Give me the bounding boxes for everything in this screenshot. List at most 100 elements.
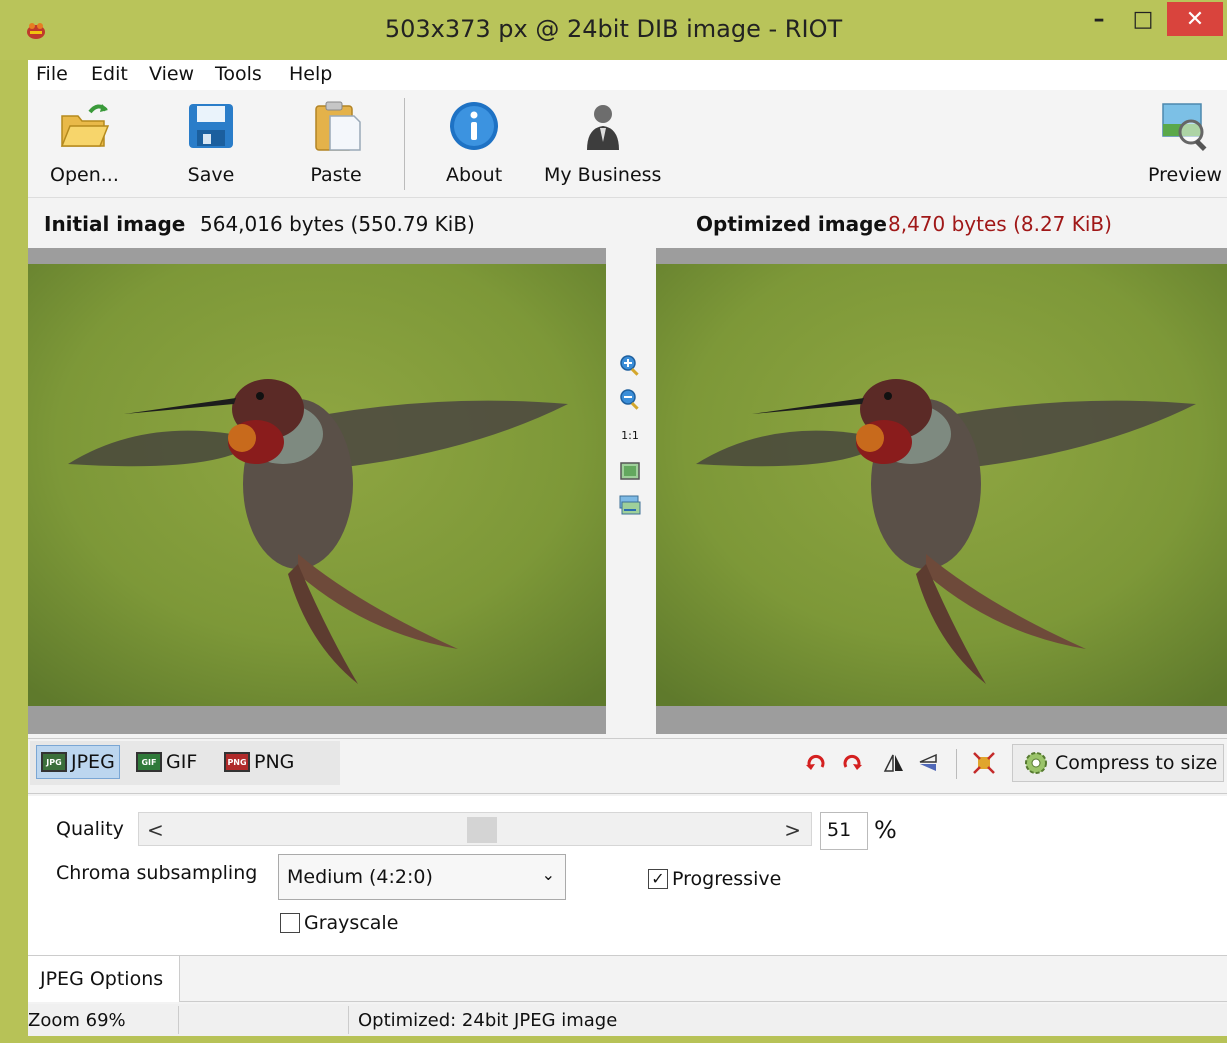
chroma-subsampling-value: Medium (4:2:0) [287, 866, 433, 888]
jpeg-options-panel: Quality < > 51 % Chroma subsampling Medi… [28, 796, 1227, 956]
window-title: 503x373 px @ 24bit DIB image - RIOT [384, 15, 843, 43]
compress-to-size-button[interactable]: Compress to size [1012, 744, 1224, 782]
fit-image-icon [620, 462, 640, 480]
png-format-icon: PNG [224, 752, 250, 772]
rotate-left-button[interactable] [802, 749, 830, 777]
businessman-icon [586, 105, 619, 150]
initial-image-label: Initial image [44, 212, 186, 236]
status-info: Optimized: 24bit JPEG image [358, 1010, 618, 1031]
chroma-subsampling-label: Chroma subsampling [56, 862, 258, 884]
actual-size-button[interactable]: 1:1 [616, 422, 644, 448]
title-bar: 503x373 px @ 24bit DIB image - RIOT – □ … [0, 0, 1227, 60]
menu-view[interactable]: View [149, 63, 194, 85]
zoom-out-button[interactable] [616, 386, 644, 412]
flip-horizontal-icon [883, 754, 903, 772]
chroma-subsampling-select[interactable]: Medium (4:2:0) ⌄ [278, 854, 566, 900]
rotate-right-button[interactable] [838, 749, 866, 777]
fit-image-button[interactable] [616, 458, 644, 484]
optimized-image-panel[interactable] [656, 248, 1227, 734]
format-png-button[interactable]: PNG PNG [220, 745, 298, 779]
toolbar-separator [404, 98, 405, 190]
flip-horizontal-button[interactable] [880, 749, 908, 777]
zoom-in-button[interactable] [616, 352, 644, 378]
hummingbird-photo-initial [28, 264, 606, 706]
flip-vertical-button[interactable] [914, 749, 942, 777]
format-selector: JPG JPEG GIF GIF PNG PNG [30, 741, 340, 785]
paste-button-label: Paste [310, 164, 362, 186]
format-gif-button[interactable]: GIF GIF [132, 745, 201, 779]
format-bar: JPG JPEG GIF GIF PNG PNG Compress to siz… [28, 738, 1227, 794]
zoom-in-icon [620, 355, 639, 376]
gear-icon [1025, 752, 1047, 774]
format-png-label: PNG [254, 751, 295, 773]
flip-vertical-icon [919, 753, 937, 771]
rotate-right-icon [843, 754, 862, 770]
about-button-label: About [446, 164, 503, 186]
menu-file[interactable]: File [36, 63, 68, 85]
format-jpeg-label: JPEG [71, 751, 115, 773]
resize-icon [973, 752, 995, 774]
optimized-image-label: Optimized image [696, 212, 887, 236]
clipboard-paste-icon [315, 101, 361, 151]
grayscale-checkbox[interactable]: Grayscale [280, 912, 398, 934]
compare-images-icon [619, 495, 641, 515]
quality-slider-thumb[interactable] [466, 817, 497, 843]
compare-images-button[interactable] [616, 492, 644, 518]
gif-format-icon: GIF [136, 752, 162, 772]
percent-label: % [874, 816, 897, 844]
main-toolbar: Open... Save Paste About My Business Pre… [28, 90, 1227, 198]
save-disk-icon [189, 104, 233, 148]
preview-magnifier-icon [1162, 103, 1207, 152]
quality-value-field[interactable]: 51 [820, 812, 868, 850]
my-business-button[interactable]: My Business [544, 98, 661, 186]
save-button-label: Save [187, 164, 235, 186]
format-gif-label: GIF [166, 751, 198, 773]
menu-tools[interactable]: Tools [215, 63, 262, 85]
resize-button[interactable] [970, 749, 998, 777]
client-area: File Edit View Tools Help Open... Save P… [28, 60, 1227, 1036]
quality-slider[interactable]: < > [138, 812, 812, 846]
hummingbird-photo-optimized [656, 264, 1227, 706]
minimize-button[interactable]: – [1080, 2, 1118, 36]
status-divider [178, 1006, 179, 1034]
maximize-button[interactable]: □ [1124, 2, 1162, 36]
preview-button[interactable]: Preview [1148, 98, 1222, 186]
chevron-down-icon: ⌄ [541, 865, 555, 884]
menu-help[interactable]: Help [289, 63, 332, 85]
close-button[interactable]: ✕ [1167, 2, 1223, 36]
grayscale-label: Grayscale [304, 912, 399, 934]
zoom-toolbar: 1:1 [610, 248, 652, 734]
grayscale-check-icon[interactable] [280, 913, 300, 933]
save-button[interactable]: Save [183, 98, 239, 186]
minimize-icon: – [1093, 6, 1105, 32]
quality-label: Quality [56, 818, 124, 840]
progressive-label: Progressive [672, 868, 782, 890]
maximize-icon: □ [1132, 6, 1154, 32]
progressive-checkbox[interactable]: ✓ Progressive [648, 868, 781, 890]
actual-size-label: 1:1 [621, 428, 639, 442]
format-jpeg-button[interactable]: JPG JPEG [36, 745, 120, 779]
menu-bar: File Edit View Tools Help [28, 60, 1227, 90]
my-business-button-label: My Business [544, 164, 662, 186]
app-window: 503x373 px @ 24bit DIB image - RIOT – □ … [0, 0, 1227, 1043]
menu-edit[interactable]: Edit [91, 63, 128, 85]
initial-image-size: 564,016 bytes (550.79 KiB) [200, 212, 475, 236]
initial-image-panel[interactable] [28, 248, 606, 734]
open-button[interactable]: Open... [50, 98, 119, 186]
close-icon: ✕ [1185, 6, 1205, 32]
jpeg-format-icon: JPG [41, 752, 67, 772]
status-divider [348, 1006, 349, 1034]
options-tabstrip: JPEG Options [28, 956, 1227, 1002]
status-zoom: Zoom 69% [28, 1010, 126, 1031]
about-button[interactable]: About [446, 98, 502, 186]
slider-right-arrow-icon[interactable]: > [784, 818, 801, 842]
zoom-out-icon [620, 389, 639, 410]
slider-left-arrow-icon[interactable]: < [147, 818, 164, 842]
compress-to-size-label: Compress to size [1055, 752, 1218, 774]
progressive-check-icon[interactable]: ✓ [648, 869, 668, 889]
info-icon [450, 102, 499, 150]
paste-button[interactable]: Paste [308, 98, 364, 186]
open-button-label: Open... [50, 164, 119, 186]
tab-jpeg-options[interactable]: JPEG Options [28, 956, 180, 1002]
status-bar: Zoom 69% Optimized: 24bit JPEG image [28, 1004, 1227, 1036]
